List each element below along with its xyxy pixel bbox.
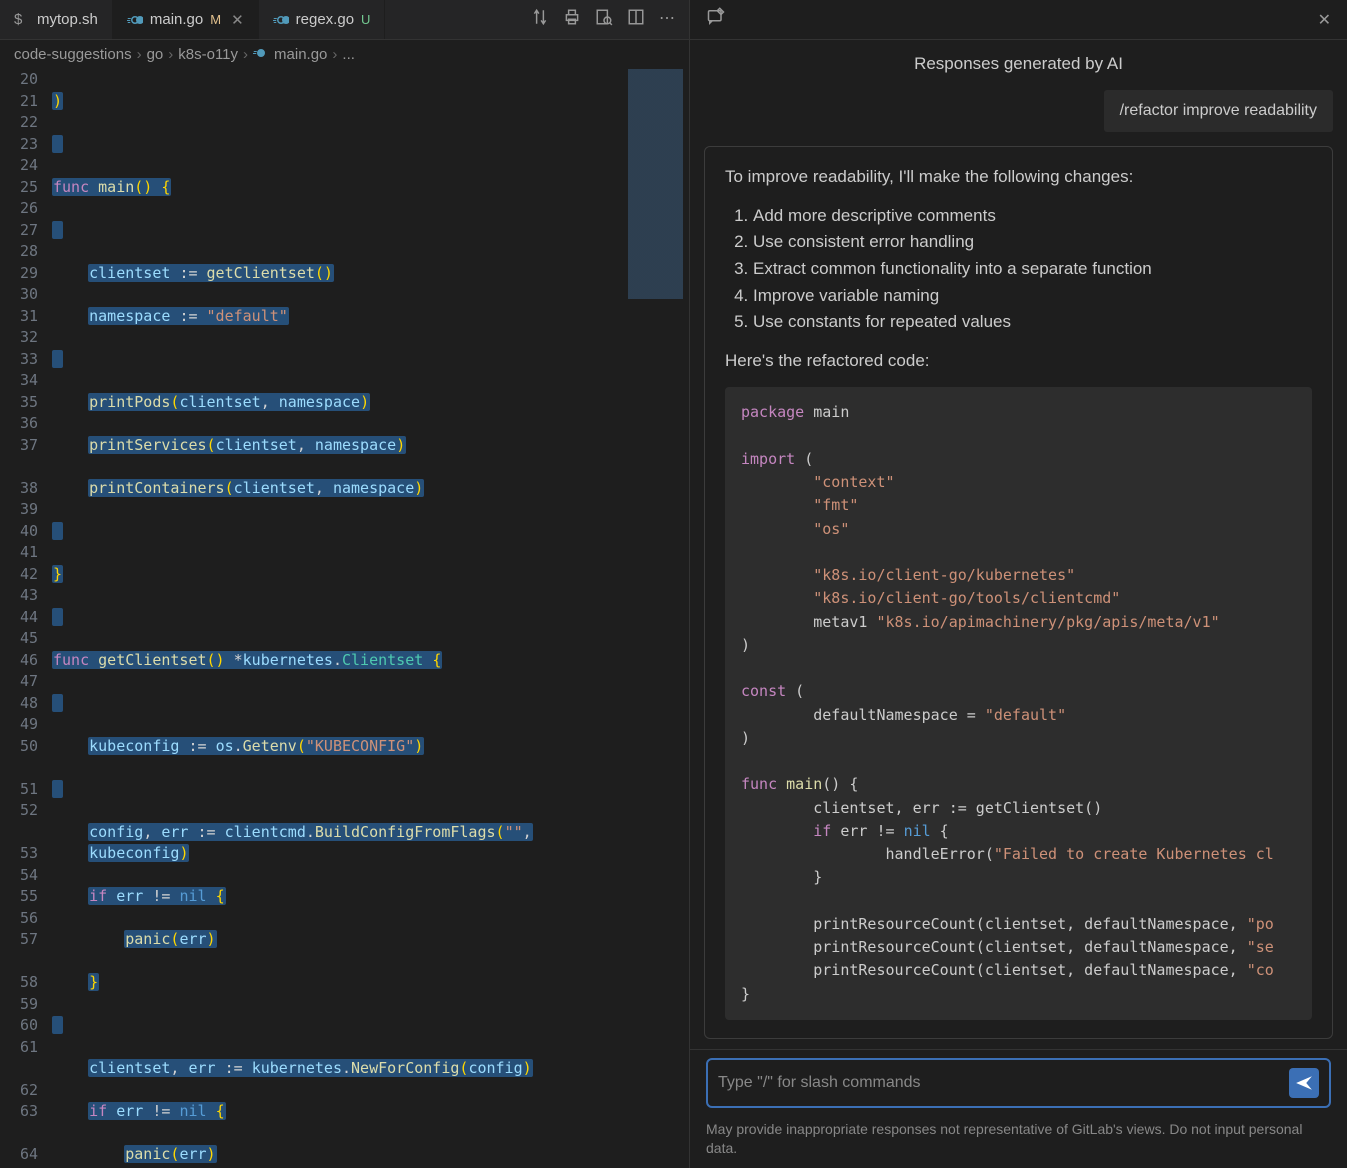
send-icon: [1295, 1074, 1313, 1092]
tab-modified-status: M: [210, 12, 221, 27]
close-icon[interactable]: ✕: [1318, 10, 1331, 30]
line-numbers: 2021222324252627282930313233343536373839…: [0, 69, 52, 1168]
tab-main-go[interactable]: main.go M ✕: [113, 0, 259, 39]
go-icon: [273, 12, 289, 28]
chevron-right-icon: ›: [137, 46, 142, 63]
chat-input[interactable]: [718, 1074, 1289, 1092]
tab-label: regex.go: [296, 11, 354, 28]
go-icon: [127, 12, 143, 28]
breadcrumb[interactable]: code-suggestions › go › k8s-o11y › main.…: [0, 40, 689, 69]
minimap[interactable]: [628, 69, 683, 299]
list-item: Add more descriptive comments: [753, 204, 1312, 229]
list-item: Extract common functionality into a sepa…: [753, 257, 1312, 282]
breadcrumb-item[interactable]: code-suggestions: [14, 46, 132, 63]
list-item: Improve variable naming: [753, 284, 1312, 309]
ai-content: /refactor improve readability To improve…: [690, 84, 1347, 1049]
shell-icon: $: [14, 12, 30, 28]
editor-tabs: $ mytop.sh main.go M ✕ regex.go U: [0, 0, 689, 40]
go-icon: [253, 46, 269, 63]
list-item: Use constants for repeated values: [753, 310, 1312, 335]
chevron-right-icon: ›: [168, 46, 173, 63]
ai-panel-header: ✕: [690, 0, 1347, 40]
tab-regex-go[interactable]: regex.go U: [259, 0, 386, 39]
tab-label: mytop.sh: [37, 11, 98, 28]
tab-label: main.go: [150, 11, 203, 28]
ai-response: To improve readability, I'll make the fo…: [704, 146, 1333, 1039]
chevron-right-icon: ›: [332, 46, 337, 63]
disclaimer: May provide inappropriate responses not …: [690, 1112, 1347, 1168]
ai-changes-list: Add more descriptive comments Use consis…: [753, 204, 1312, 335]
input-area: [690, 1049, 1347, 1112]
breadcrumb-item[interactable]: main.go: [274, 46, 327, 63]
new-chat-icon[interactable]: [706, 7, 726, 32]
chat-input-box[interactable]: [706, 1058, 1331, 1108]
compare-icon[interactable]: [531, 8, 549, 31]
search-file-icon[interactable]: [595, 8, 613, 31]
split-editor-icon[interactable]: [627, 8, 645, 31]
user-prompt-chip: /refactor improve readability: [1104, 90, 1333, 132]
ai-outro: Here's the refactored code:: [725, 349, 1312, 374]
code-area[interactable]: ) func main() { clientset := getClientse…: [52, 69, 689, 1168]
breadcrumb-item[interactable]: k8s-o11y: [178, 46, 238, 63]
list-item: Use consistent error handling: [753, 230, 1312, 255]
tab-actions: ⋯: [531, 8, 689, 31]
code-editor[interactable]: 2021222324252627282930313233343536373839…: [0, 69, 689, 1168]
chevron-right-icon: ›: [243, 46, 248, 63]
tab-mytop-sh[interactable]: $ mytop.sh: [0, 0, 113, 39]
ai-panel-title: Responses generated by AI: [690, 40, 1347, 84]
breadcrumb-item[interactable]: ...: [342, 46, 355, 63]
send-button[interactable]: [1289, 1068, 1319, 1098]
tab-untracked-status: U: [361, 12, 370, 27]
close-icon[interactable]: ✕: [231, 11, 244, 29]
breadcrumb-item[interactable]: go: [147, 46, 164, 63]
editor-panel: $ mytop.sh main.go M ✕ regex.go U: [0, 0, 690, 1168]
ai-panel: ✕ Responses generated by AI /refactor im…: [690, 0, 1347, 1168]
ai-code-block[interactable]: package main import ( "context" "fmt" "o…: [725, 387, 1312, 1020]
more-icon[interactable]: ⋯: [659, 8, 675, 31]
print-icon[interactable]: [563, 8, 581, 31]
ai-intro: To improve readability, I'll make the fo…: [725, 165, 1312, 190]
